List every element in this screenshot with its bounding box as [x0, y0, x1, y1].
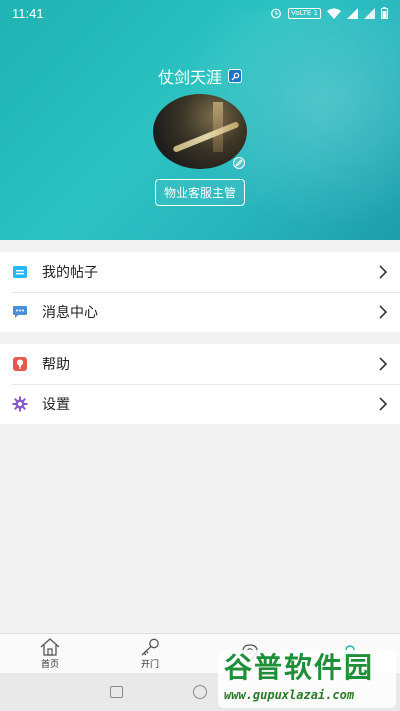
menu-item-label: 消息中心 — [42, 305, 98, 321]
avatar-photo-lights — [172, 121, 240, 153]
profile-name: 仗剑天涯 — [157, 68, 222, 87]
verified-icon[interactable] — [228, 69, 242, 83]
home-icon — [40, 637, 60, 656]
nav-label: 首页 — [40, 659, 59, 670]
help-icon — [12, 356, 28, 372]
chevron-right-icon — [379, 265, 388, 279]
status-time: 11:41 — [12, 5, 44, 21]
profile-name-row: 仗剑天涯 — [0, 64, 400, 88]
menu-item-message-center[interactable]: 消息中心 — [0, 292, 400, 332]
posts-icon — [12, 264, 28, 280]
key-icon — [141, 638, 159, 655]
message-icon — [12, 304, 28, 320]
nav-label: 开门 — [140, 659, 159, 670]
menu-item-label: 我的帖子 — [42, 265, 98, 281]
edit-avatar-icon[interactable] — [233, 157, 245, 169]
status-icons: VoLTE 1 — [270, 7, 388, 19]
battery-icon — [381, 7, 388, 19]
chevron-right-icon — [379, 397, 388, 411]
menu-item-label: 设置 — [42, 397, 70, 413]
menu-item-my-posts[interactable]: 我的帖子 — [0, 252, 400, 292]
nav-tab-home[interactable]: 首页 — [0, 634, 100, 673]
volte-badge: VoLTE 1 — [288, 7, 321, 19]
watermark-url: www.gupuxlazai.com — [224, 688, 355, 702]
gear-icon — [12, 396, 28, 412]
status-bar: 11:41 VoLTE 1 — [0, 0, 400, 26]
role-button[interactable]: 物业客服主管 — [155, 179, 245, 206]
nav-tab-open-door[interactable]: 开门 — [100, 634, 200, 673]
menu-item-settings[interactable]: 设置 — [0, 384, 400, 424]
avatar[interactable] — [153, 94, 247, 169]
watermark-title: 谷普软件园 — [224, 651, 375, 684]
chevron-right-icon — [379, 305, 388, 319]
wifi-icon — [327, 8, 341, 19]
profile-header: 11:41 VoLTE 1 仗剑天涯 物业客服主管 — [0, 0, 400, 240]
menu-group-secondary: 帮助 设置 — [0, 344, 400, 424]
menu-item-help[interactable]: 帮助 — [0, 344, 400, 384]
signal-icon — [347, 7, 358, 19]
signal-2-icon — [364, 7, 375, 19]
recent-apps-icon[interactable] — [109, 686, 123, 698]
chevron-right-icon — [379, 357, 388, 371]
alarm-icon — [271, 8, 282, 19]
watermark: 谷普软件园 www.gupuxlazai.com — [218, 650, 396, 708]
menu-item-label: 帮助 — [42, 357, 70, 373]
menu-group-primary: 我的帖子 消息中心 — [0, 252, 400, 332]
home-button-icon[interactable] — [192, 685, 207, 699]
